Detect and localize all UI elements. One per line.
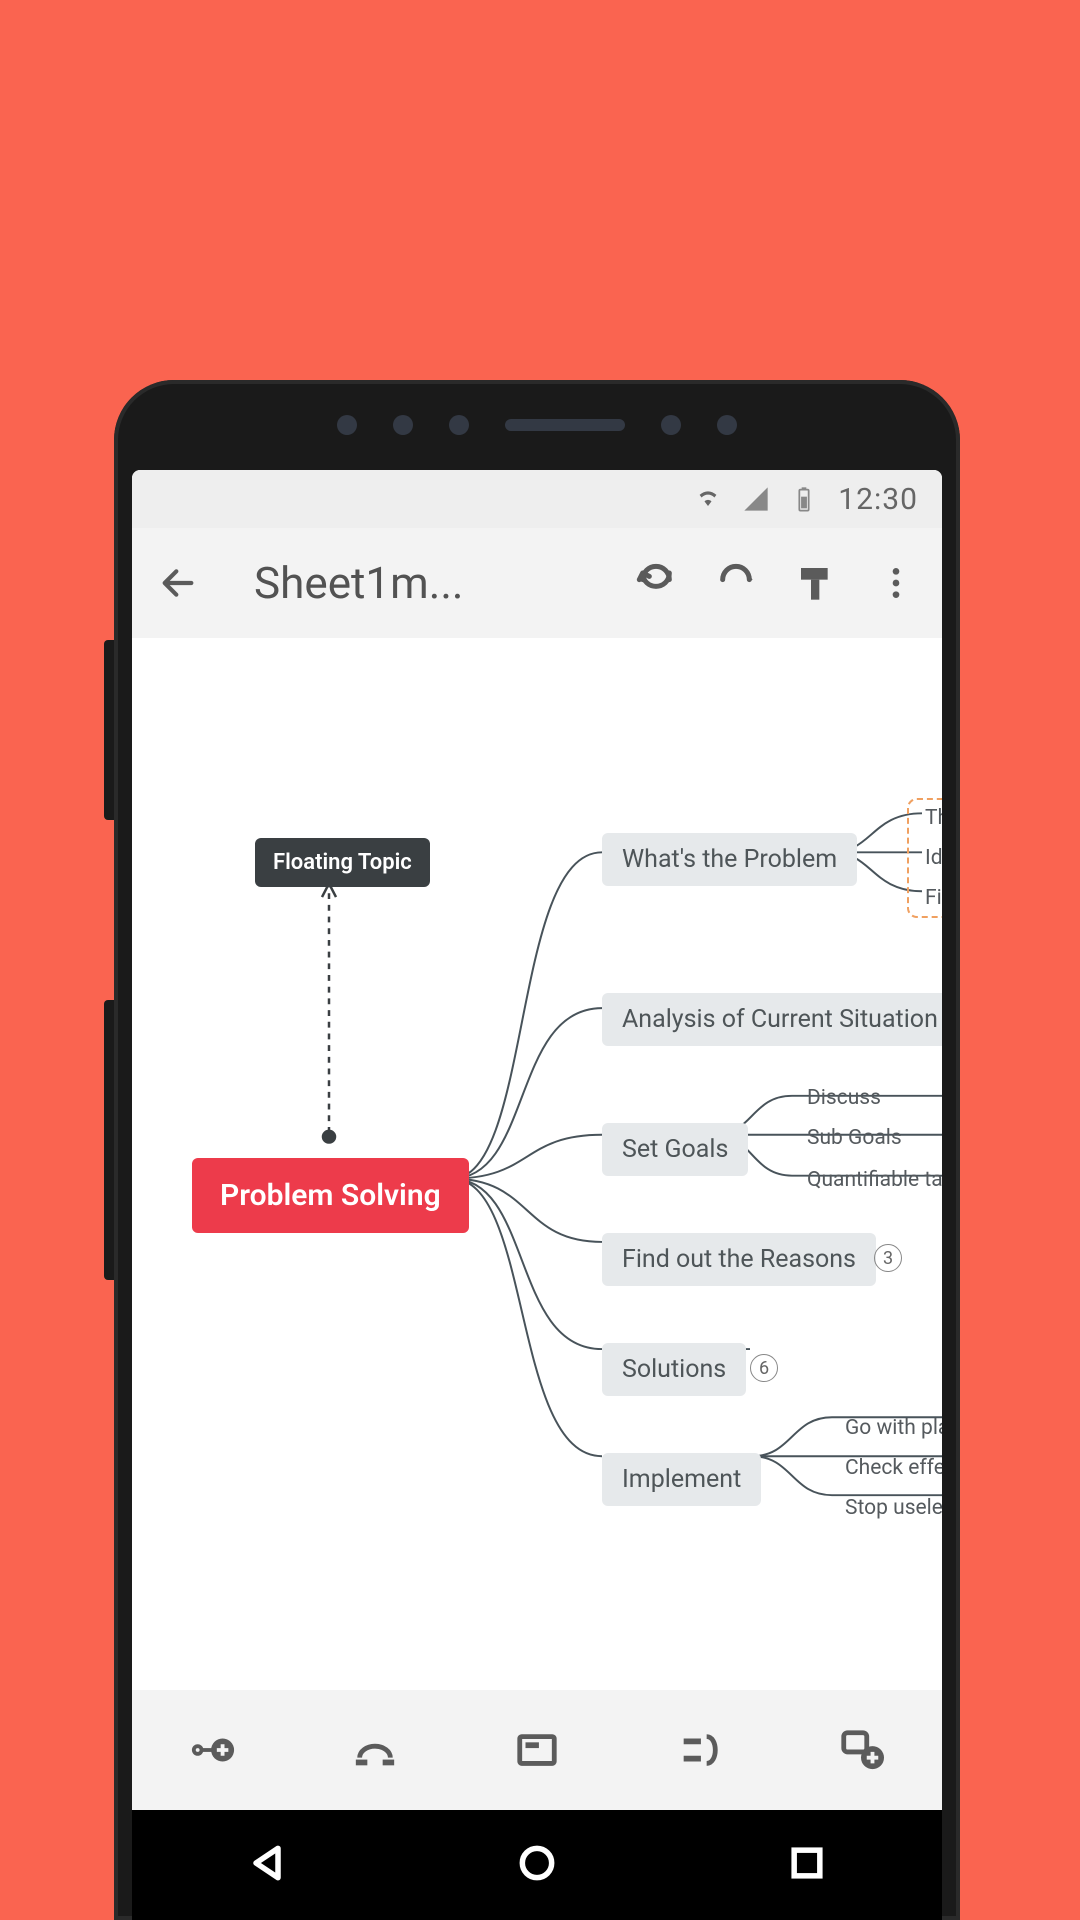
count-badge[interactable]: 6	[750, 1354, 778, 1382]
sensor-dot	[717, 415, 737, 435]
count-badge[interactable]: 3	[874, 1244, 902, 1272]
floating-topic-node[interactable]: Floating Topic	[255, 838, 430, 887]
android-recent-button[interactable]	[785, 1841, 829, 1889]
branch-node[interactable]: Solutions	[602, 1343, 746, 1396]
sub-topic[interactable]: Sub Goals	[807, 1126, 902, 1150]
root-node[interactable]: Problem Solving	[192, 1158, 469, 1233]
bottom-toolbar	[132, 1690, 942, 1810]
wifi-icon	[694, 485, 722, 513]
sub-topic[interactable]: Go with plans	[845, 1416, 942, 1440]
sub-topic[interactable]: Discuss	[807, 1086, 881, 1110]
android-nav-bar	[132, 1810, 942, 1920]
mindmap-canvas[interactable]: Floating Topic Problem Solving What's th…	[132, 638, 942, 1690]
sub-topic[interactable]: Quantifiable targe	[807, 1168, 942, 1192]
undo-button[interactable]	[628, 555, 684, 611]
sub-topic[interactable]: Check effect of	[845, 1456, 942, 1480]
android-back-button[interactable]	[245, 1841, 289, 1889]
sensor-dot	[393, 415, 413, 435]
branch-node[interactable]: Set Goals	[602, 1123, 748, 1176]
redo-button[interactable]	[708, 555, 764, 611]
back-button[interactable]	[150, 555, 206, 611]
format-button[interactable]	[788, 555, 844, 611]
sensor-dot	[449, 415, 469, 435]
status-time: 12:30	[838, 482, 918, 517]
branch-node[interactable]: Analysis of Current Situation	[602, 993, 942, 1046]
app-bar: Sheet1m...	[132, 528, 942, 638]
add-boundary-button[interactable]	[659, 1710, 739, 1790]
branch-node[interactable]: Implement	[602, 1453, 761, 1506]
more-options-button[interactable]	[868, 555, 924, 611]
phone-screen: 12:30 Sheet1m...	[132, 470, 942, 1920]
sub-topic[interactable]: Stop useless so	[845, 1496, 942, 1520]
sub-topic[interactable]: Fin	[925, 886, 942, 910]
battery-icon	[790, 485, 818, 513]
phone-volume-button	[104, 640, 114, 820]
add-note-button[interactable]	[497, 1710, 577, 1790]
add-relationship-button[interactable]	[335, 1710, 415, 1790]
cellular-signal-icon	[742, 485, 770, 513]
page-title: Sheet1m...	[254, 557, 604, 609]
phone-top-bezel	[114, 380, 960, 470]
status-bar: 12:30	[132, 470, 942, 528]
phone-frame: 12:30 Sheet1m...	[114, 380, 960, 1920]
sub-topic[interactable]: Th	[925, 806, 942, 830]
sub-topic[interactable]: Ide	[925, 846, 942, 870]
branch-node[interactable]: Find out the Reasons	[602, 1233, 876, 1286]
add-floating-topic-button[interactable]	[821, 1710, 901, 1790]
phone-power-button	[104, 1000, 114, 1280]
camera-dot	[661, 415, 681, 435]
phone-speaker	[505, 419, 625, 431]
android-home-button[interactable]	[515, 1841, 559, 1889]
sensor-dot	[337, 415, 357, 435]
add-subtopic-button[interactable]	[173, 1710, 253, 1790]
branch-node[interactable]: What's the Problem	[602, 833, 857, 886]
